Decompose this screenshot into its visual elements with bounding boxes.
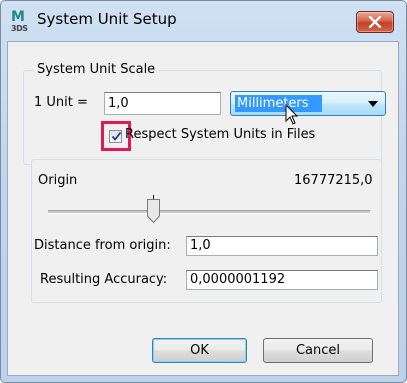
chevron-down-icon — [368, 101, 378, 107]
accuracy-input[interactable]: 0,0000001192 — [186, 270, 378, 290]
respect-units-label[interactable]: Respect System Units in Files — [125, 127, 315, 142]
unit-type-value: Millimeters — [235, 95, 322, 112]
origin-slider-thumb[interactable] — [146, 198, 161, 224]
app-icon: M 3DS — [11, 9, 29, 34]
window-title: System Unit Setup — [37, 10, 177, 28]
origin-value: 16777215,0 — [294, 173, 373, 188]
title-bar[interactable]: M 3DS System Unit Setup — [1, 1, 406, 41]
cancel-button[interactable]: Cancel — [263, 338, 373, 363]
respect-units-checkbox[interactable] — [109, 130, 122, 143]
accuracy-label: Resulting Accuracy: — [40, 272, 168, 287]
unit-label: 1 Unit = — [34, 95, 88, 110]
close-button[interactable] — [356, 11, 394, 33]
app-icon-subtext: 3DS — [11, 24, 28, 33]
group-title: System Unit Scale — [34, 62, 159, 77]
distance-input[interactable]: 1,0 — [186, 236, 378, 256]
unit-value-input[interactable]: 1,0 — [104, 92, 221, 115]
mouse-cursor-icon — [285, 104, 299, 125]
close-icon — [368, 16, 382, 28]
origin-slider-track[interactable] — [48, 210, 370, 214]
system-unit-scale-group — [23, 70, 382, 165]
checkmark-icon — [111, 131, 122, 141]
app-icon-letter: M — [11, 9, 25, 25]
distance-label: Distance from origin: — [34, 238, 171, 253]
origin-label: Origin — [38, 173, 78, 188]
ok-button[interactable]: OK — [152, 338, 247, 363]
unit-type-dropdown[interactable]: Millimeters — [230, 91, 386, 116]
